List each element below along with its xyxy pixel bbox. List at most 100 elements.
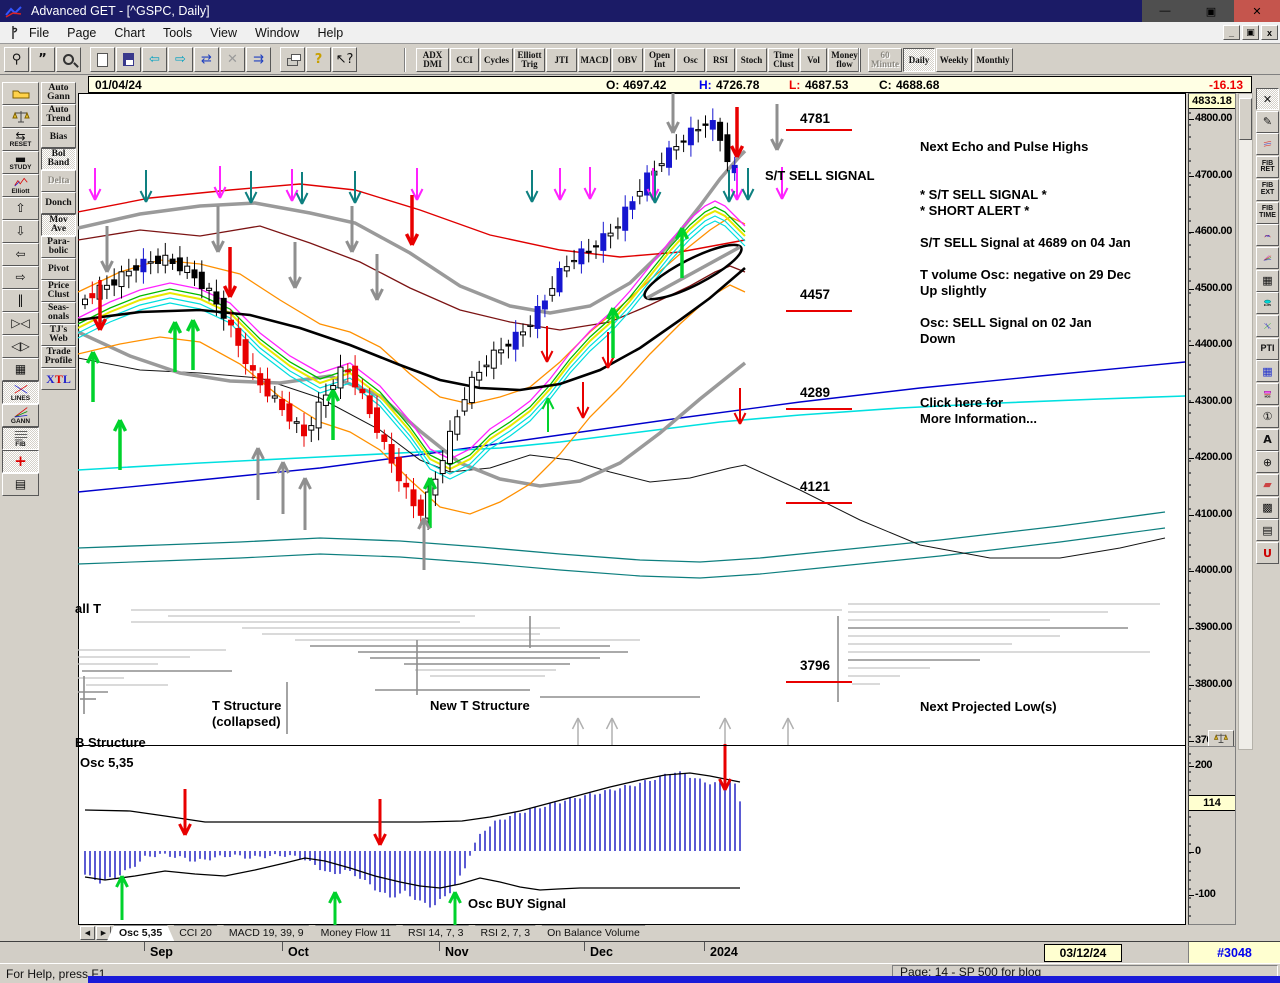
bar-spacing-button[interactable]: ‖ bbox=[2, 289, 39, 312]
pti-button[interactable]: PTI bbox=[1256, 338, 1279, 360]
compress-button[interactable]: ▷◁ bbox=[2, 312, 39, 335]
crosshair-button[interactable]: + bbox=[2, 450, 39, 473]
data-pin-button[interactable]: ⚲ bbox=[4, 47, 29, 72]
toolbar-macd[interactable]: MACD bbox=[578, 48, 611, 72]
period-weekly[interactable]: Weekly bbox=[936, 48, 972, 72]
open-chart-button[interactable] bbox=[2, 82, 39, 105]
study-price-clust[interactable]: Price Clust bbox=[41, 280, 76, 302]
mob-button[interactable]: MOB bbox=[1256, 383, 1279, 405]
study-mov-ave[interactable]: Mov Ave bbox=[41, 214, 76, 236]
scroll-up-button[interactable]: ⇧ bbox=[2, 197, 39, 220]
vertical-scrollbar[interactable] bbox=[1238, 93, 1253, 750]
make-grid-button[interactable]: ▦ bbox=[1256, 360, 1279, 382]
restore-button[interactable]: ▣ bbox=[1188, 0, 1234, 22]
annotation-click-here-link[interactable]: Click here for More Information... bbox=[920, 395, 1037, 427]
menu-help[interactable]: Help bbox=[308, 24, 352, 42]
study-para-bolic[interactable]: Para- bolic bbox=[41, 236, 76, 258]
menu-page[interactable]: Page bbox=[58, 24, 105, 42]
period-60-minute[interactable]: 60 Minute bbox=[868, 48, 902, 72]
toolbar-open-int[interactable]: Open Int bbox=[644, 48, 675, 72]
new-chart-button[interactable] bbox=[90, 47, 115, 72]
tab-on-balance-volume[interactable]: On Balance Volume bbox=[535, 925, 652, 940]
menu-view[interactable]: View bbox=[201, 24, 246, 42]
scroll-down-button[interactable]: ⇩ bbox=[2, 220, 39, 243]
delete-page-button[interactable]: ✕ bbox=[220, 47, 245, 72]
toolbar-elliott-trig[interactable]: Elliott Trig bbox=[514, 48, 545, 72]
menu-chart[interactable]: Chart bbox=[105, 24, 154, 42]
fib-retracement-button[interactable]: FIB RET bbox=[1256, 156, 1279, 178]
copy-page-button[interactable]: ▤ bbox=[1256, 519, 1279, 541]
expand-chart-button[interactable]: ▩ bbox=[1256, 497, 1279, 519]
eraser-button[interactable]: ▰ bbox=[1256, 474, 1279, 496]
study-auto-gann[interactable]: Auto Gann bbox=[41, 82, 76, 104]
study-bias[interactable]: Bias bbox=[41, 126, 76, 148]
scale-settings-button[interactable] bbox=[1208, 730, 1234, 747]
study-auto-trend[interactable]: Auto Trend bbox=[41, 104, 76, 126]
next-page-button[interactable]: ⇨ bbox=[168, 47, 193, 72]
regression-grid-button[interactable]: ▦ bbox=[1256, 270, 1279, 292]
draw-close-button[interactable]: ✕ bbox=[1256, 88, 1279, 110]
zoom-in-button[interactable]: ⊕ bbox=[1256, 451, 1279, 473]
properties-button[interactable]: ▤ bbox=[2, 473, 39, 496]
menu-tools[interactable]: Tools bbox=[154, 24, 201, 42]
toolbar-rsi[interactable]: RSI bbox=[706, 48, 735, 72]
study-tj-s-web[interactable]: TJ's Web bbox=[41, 324, 76, 346]
toolbar-cycles[interactable]: Cycles bbox=[480, 48, 513, 72]
value-probe-button[interactable]: ① bbox=[1256, 406, 1279, 428]
zoom-tool-button[interactable] bbox=[56, 47, 81, 72]
study-xtl[interactable]: XTL bbox=[41, 368, 76, 390]
study-button[interactable]: ▬STUDY bbox=[2, 151, 39, 174]
fib-lines-button[interactable]: FIB bbox=[2, 427, 39, 450]
tab-osc-5-35[interactable]: Osc 5,35 bbox=[107, 925, 174, 941]
save-button[interactable] bbox=[116, 47, 141, 72]
toolbar-obv[interactable]: OBV bbox=[612, 48, 643, 72]
toolbar-money-flow[interactable]: Money flow bbox=[828, 48, 861, 72]
parallel-lines-button[interactable] bbox=[1256, 133, 1279, 155]
pitchfork-button[interactable] bbox=[1256, 315, 1279, 337]
tab-macd-19-39-9[interactable]: MACD 19, 39, 9 bbox=[217, 925, 316, 940]
toolbar-vol[interactable]: Vol bbox=[800, 48, 827, 72]
reset-button[interactable]: ⇆RESET bbox=[2, 128, 39, 151]
period-monthly[interactable]: Monthly bbox=[973, 48, 1013, 72]
tab-scroll-left-button[interactable]: ◀ bbox=[80, 926, 95, 940]
scrollbar-thumb[interactable] bbox=[1239, 98, 1252, 140]
study-pivot[interactable]: Pivot bbox=[41, 258, 76, 280]
scroll-left-button[interactable]: ⇦ bbox=[2, 243, 39, 266]
fib-time-button[interactable]: FIB TIME bbox=[1256, 202, 1279, 224]
prev-page-button[interactable]: ⇦ bbox=[142, 47, 167, 72]
toolbar-jti[interactable]: JTI bbox=[546, 48, 577, 72]
text-tool-button[interactable]: A bbox=[1256, 429, 1279, 451]
lines-button[interactable]: LINES bbox=[2, 381, 39, 404]
mdi-minimize-button[interactable]: _ bbox=[1223, 25, 1240, 40]
tab-rsi-14-7-3[interactable]: RSI 14, 7, 3 bbox=[396, 925, 475, 940]
quote-button[interactable]: ” bbox=[30, 47, 55, 72]
gann-button[interactable]: GANN bbox=[2, 404, 39, 427]
tab-rsi-2-7-3[interactable]: RSI 2, 7, 3 bbox=[468, 925, 542, 940]
expand-button[interactable]: ◁▷ bbox=[2, 335, 39, 358]
menu-window[interactable]: Window bbox=[246, 24, 308, 42]
symbol-list-button[interactable] bbox=[2, 105, 39, 128]
tab-money-flow-11[interactable]: Money Flow 11 bbox=[309, 925, 403, 940]
toolbar-stoch[interactable]: Stoch bbox=[736, 48, 767, 72]
reload-page-button[interactable]: ⇄ bbox=[194, 47, 219, 72]
pencil-button[interactable]: ✎ bbox=[1256, 111, 1279, 133]
study-bol-band[interactable]: Bol Band bbox=[41, 148, 76, 170]
toolbar-osc[interactable]: Osc bbox=[676, 48, 705, 72]
minimize-button[interactable]: — bbox=[1142, 0, 1188, 22]
study-seas-onals[interactable]: Seas- onals bbox=[41, 302, 76, 324]
close-button[interactable]: ✕ bbox=[1234, 0, 1280, 22]
print-button[interactable] bbox=[280, 47, 305, 72]
mdi-restore-button[interactable]: ▣ bbox=[1242, 25, 1259, 40]
toolbar-time-clust[interactable]: Time Clust bbox=[768, 48, 799, 72]
study-donch[interactable]: Donch bbox=[41, 192, 76, 214]
period-daily[interactable]: Daily bbox=[903, 48, 935, 72]
menu-file[interactable]: File bbox=[20, 24, 58, 42]
toolbar-adx-dmi[interactable]: ADX DMI bbox=[416, 48, 449, 72]
scroll-right-button[interactable]: ⇨ bbox=[2, 266, 39, 289]
about-help-button[interactable]: ? bbox=[306, 47, 331, 72]
toolbar-cci[interactable]: CCI bbox=[450, 48, 479, 72]
fan-lines-button[interactable] bbox=[1256, 247, 1279, 269]
mdi-close-button[interactable]: x bbox=[1261, 25, 1278, 40]
trade-profile-grid-button[interactable]: ▦ bbox=[2, 358, 39, 381]
context-help-button[interactable]: ↖? bbox=[332, 47, 357, 72]
